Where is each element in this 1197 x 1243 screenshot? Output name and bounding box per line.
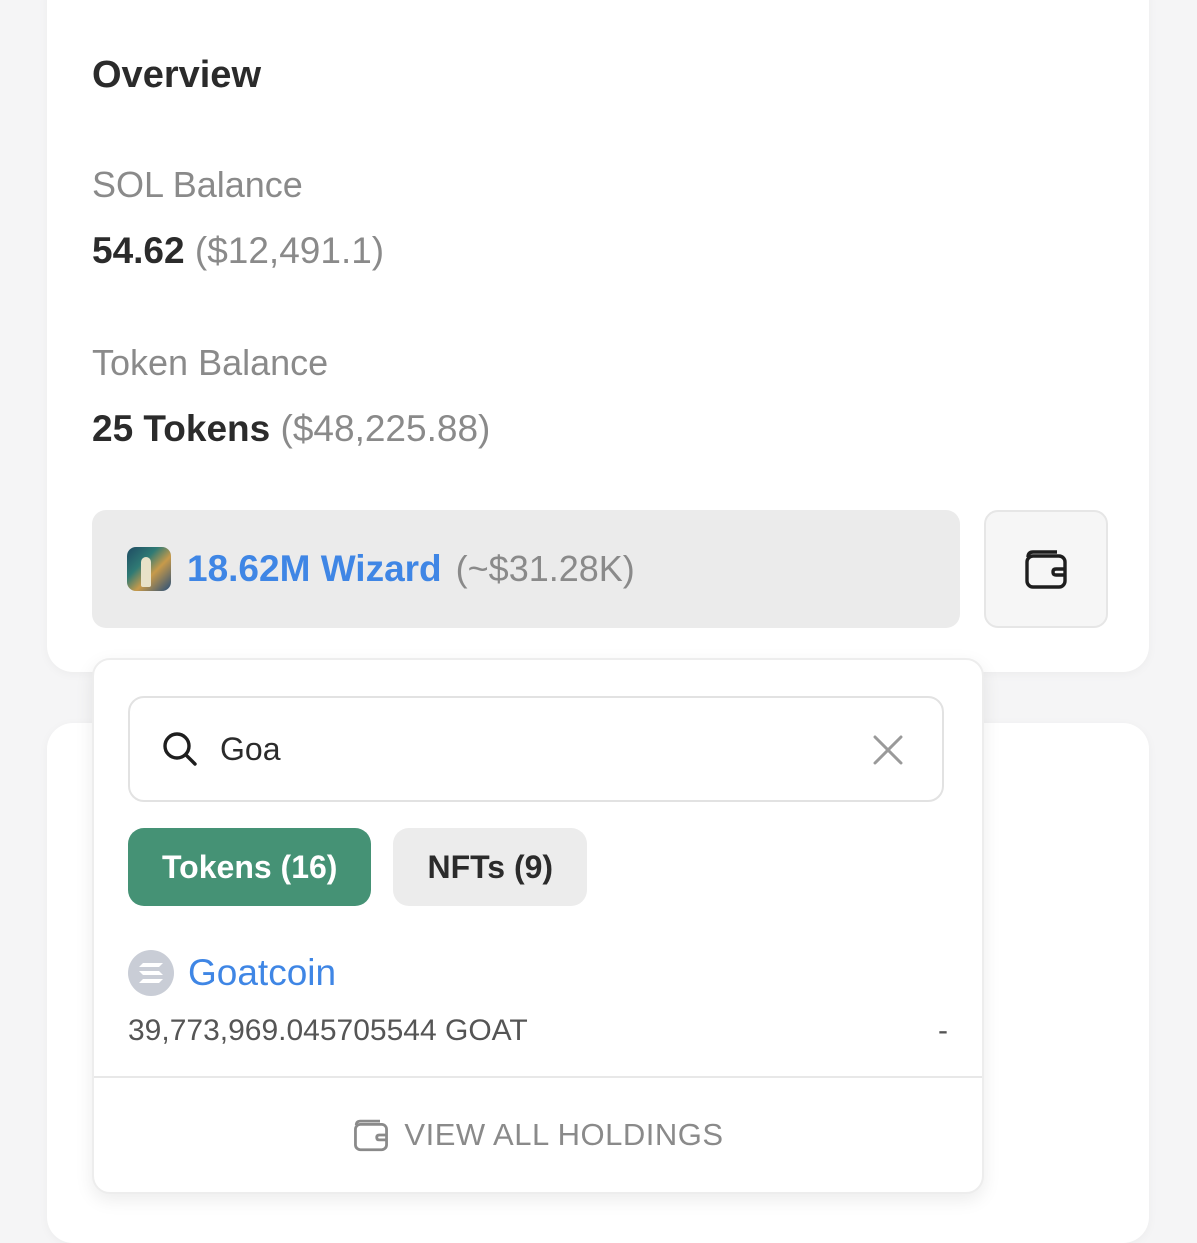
result-token-amount: 39,773,969.045705544 GOAT [128,1014,528,1047]
sol-amount: 54.62 [92,230,185,271]
view-all-holdings-label: VIEW ALL HOLDINGS [404,1117,724,1152]
sol-balance-label: SOL Balance [92,164,303,205]
list-item[interactable]: Goatcoin 39,773,969.045705544 GOAT - [128,950,948,1048]
search-box[interactable] [128,696,944,802]
wallet-button[interactable] [984,510,1108,628]
token-search-dropdown: Tokens (16) NFTs (9) Goatcoin 39,773,969… [92,658,984,1194]
sol-usd: ($12,491.1) [194,230,385,271]
selected-token-value: (~$31.28K) [455,548,635,589]
result-token-name[interactable]: Goatcoin [188,952,336,994]
solana-icon [128,950,174,996]
wallet-icon [354,1119,389,1152]
tab-tokens[interactable]: Tokens (16) [128,828,372,906]
token-usd: ($48,225.88) [280,408,491,449]
token-count: 25 Tokens [92,408,271,449]
close-icon[interactable] [872,734,904,766]
view-all-holdings-button[interactable]: VIEW ALL HOLDINGS [94,1078,982,1192]
search-input[interactable] [220,730,820,768]
search-icon [163,732,197,766]
token-balance-value: 25 Tokens ($48,225.88) [92,408,490,450]
selected-token-selector[interactable]: 18.62M Wizard (~$31.28K) [92,510,960,628]
wizard-token-icon [127,547,171,591]
token-balance-label: Token Balance [92,342,329,383]
overview-card: Overview SOL Balance 54.62 ($12,491.1) T… [47,0,1149,672]
wallet-icon [1025,550,1067,589]
page-title: Overview [92,54,261,96]
result-header: Goatcoin [128,950,948,996]
tab-nfts[interactable]: NFTs (9) [393,828,588,906]
sol-balance-value: 54.62 ($12,491.1) [92,230,384,272]
selected-token-amount: 18.62M Wizard [187,548,442,589]
tab-nfts-label: NFTs (9) [427,848,554,885]
result-token-value: - [938,1014,948,1047]
holdings-tabs: Tokens (16) NFTs (9) [128,828,588,906]
result-details: 39,773,969.045705544 GOAT - [128,1014,948,1048]
